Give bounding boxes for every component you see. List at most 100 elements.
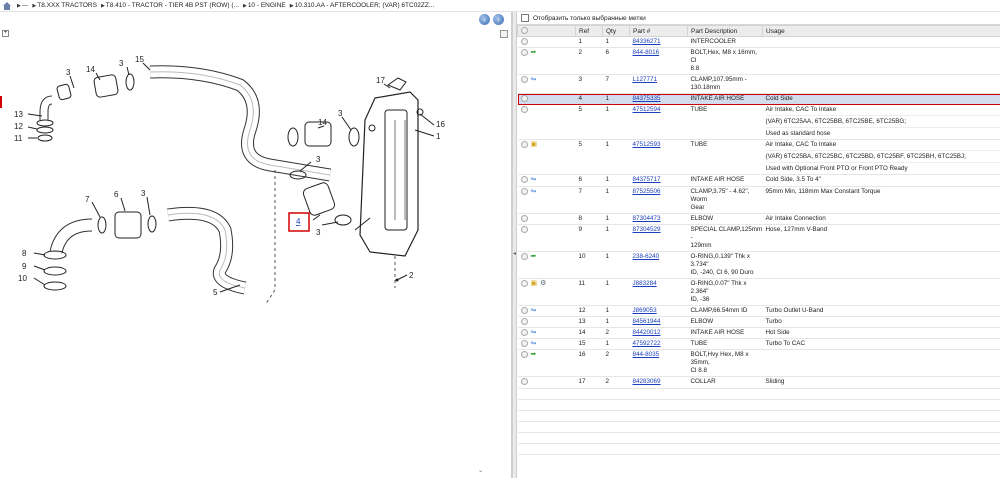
part-number-link[interactable]: 87304529 (633, 226, 661, 233)
blue-link-icon[interactable]: ⇋ (531, 76, 537, 83)
table-row[interactable]: ▣ 5 1 47512593 TUBE Air Intake, CAC To Intake… (517, 139, 1000, 176)
description-line: Gear (690, 203, 705, 211)
blue-link-icon[interactable]: ⇋ (531, 176, 537, 183)
table-row[interactable]: ⇋ 15 1 47592722 TUBE Turbo To CAC (517, 338, 1000, 351)
part-number-link[interactable]: 844-8035 (633, 351, 660, 358)
header-qty[interactable]: Qty (602, 25, 630, 37)
breadcrumb-item[interactable]: ▶10.310.AA - AFTERCOOLER; (VAR) 6TC02ZZ.… (290, 2, 435, 9)
part-number-link[interactable]: 84283069 (633, 378, 661, 385)
table-row[interactable]: 1 1 84336271 INTERCOOLER (517, 36, 1000, 49)
part-number-link[interactable]: 47592722 (633, 340, 661, 347)
usage-line (766, 253, 1000, 261)
part-number-link[interactable]: L127771 (633, 76, 658, 83)
row-qty: 1 (602, 186, 630, 214)
green-arrow-icon[interactable]: ➦ (531, 253, 537, 260)
table-row[interactable]: 13 1 84561944 ELBOW Turbo (517, 316, 1000, 329)
yellow-box-icon[interactable]: ▣ (531, 141, 538, 148)
breadcrumb-item[interactable]: ▶10 - ENGINE (243, 2, 286, 9)
part-number-link[interactable]: 84336271 (633, 38, 661, 45)
row-select-icon[interactable] (520, 351, 528, 359)
table-row[interactable]: 4 1 84375335 INTAKE AIR HOSE Cold Side (517, 93, 1000, 106)
table-row[interactable]: ⇋ 7 1 87525506 CLAMP,3.75" - 4.62", Worm Gear… (517, 186, 1000, 214)
part-number-link[interactable]: 84561944 (633, 318, 661, 325)
table-row[interactable]: 5 1 47512594 TUBE Air Intake, CAC To Intake(… (517, 104, 1000, 141)
row-select-icon[interactable] (520, 176, 528, 184)
row-qty: 1 (602, 213, 630, 225)
table-row[interactable]: ➦ 2 6 844-8016 BOLT,Hex, M8 x 16mm, Cl 8.8 (517, 47, 1000, 76)
table-row[interactable]: ⇋ 12 1 J869053 CLAMP,66.54mm ID Turbo Outlet … (517, 305, 1000, 317)
row-select-icon[interactable] (520, 317, 528, 325)
part-number-link[interactable]: 47512593 (633, 141, 661, 148)
row-qty: 1 (602, 278, 630, 306)
row-select-icon[interactable] (520, 187, 528, 195)
row-select-icon[interactable] (520, 38, 528, 45)
header-ref[interactable]: Ref (575, 25, 603, 37)
breadcrumb-item[interactable]: ▶--- (17, 2, 28, 9)
green-arrow-icon[interactable]: ➦ (531, 49, 537, 56)
row-select-icon[interactable] (520, 279, 528, 287)
part-number-link[interactable]: 238-6240 (633, 253, 660, 260)
table-row[interactable]: 8 1 87304473 ELBOW Air Intake Connection (517, 213, 1000, 225)
table-row[interactable]: ⇋ 6 1 84375717 INTAKE AIR HOSE Cold Side, 3.5… (517, 174, 1000, 187)
row-select-icon[interactable] (520, 49, 528, 57)
row-part-number-cell: 87304473 (629, 213, 688, 225)
header-usage[interactable]: Usage (762, 25, 1000, 37)
usage-line (766, 351, 1000, 359)
part-number-link[interactable]: 84375717 (633, 176, 661, 183)
blue-link-icon[interactable]: ⇋ (531, 307, 537, 314)
yellow-box-icon[interactable]: ▣ (531, 280, 538, 287)
splitter-grip-icon[interactable]: ◂ (513, 250, 516, 258)
green-arrow-icon[interactable]: ➦ (531, 351, 537, 358)
blue-link-icon[interactable]: ⇋ (531, 188, 537, 195)
row-ref: 15 (575, 338, 603, 351)
breadcrumb-item[interactable]: ▶T8.XXX TRACTORS (32, 2, 97, 9)
row-ref: 2 (575, 47, 603, 76)
row-select-icon[interactable] (520, 214, 528, 222)
part-number-link[interactable]: 84375335 (633, 95, 661, 102)
row-select-icon[interactable] (520, 141, 528, 149)
part-number-link[interactable]: 84420012 (633, 329, 661, 336)
row-qty: 1 (602, 338, 630, 351)
table-row[interactable]: ⇋ 3 7 L127771 CLAMP,107.95mm -130.18mm (517, 74, 1000, 95)
table-row[interactable]: ➦ 10 1 238-6240 O-RING,0.139" Thk x 3.734" ID… (517, 251, 1000, 279)
header-part-number[interactable]: Part # (629, 25, 688, 37)
table-row[interactable]: 9 1 87304529 SPECIAL CLAMP,125mm -129mm Hose… (517, 224, 1000, 252)
forward-button[interactable]: › (493, 14, 504, 25)
row-select-icon[interactable] (520, 76, 528, 84)
header-select-all[interactable] (517, 25, 576, 37)
row-select-icon[interactable] (520, 340, 528, 348)
back-button[interactable]: ‹ (479, 14, 490, 25)
breadcrumb-item[interactable]: ▶T8.410 - TRACTOR - TIER 4B PST (ROW) (.… (101, 2, 239, 9)
filter-bar: Отобразить только выбранные метки (517, 12, 1000, 25)
table-row[interactable]: ➦ 16 2 844-8035 BOLT,Hvy Hex, M8 x 35mm, Cl 8… (517, 349, 1000, 378)
exploded-parts-diagram[interactable]: 3 14 3 15 13 12 11 17 16 1 3 14 3 7 6 3 … (0, 30, 510, 470)
part-number-link[interactable]: 47512594 (633, 106, 661, 113)
select-all-icon[interactable] (521, 27, 528, 35)
row-select-icon[interactable] (520, 95, 528, 103)
row-select-icon[interactable] (520, 306, 528, 314)
part-number-link[interactable]: 844-8016 (633, 49, 660, 56)
row-select-icon[interactable] (520, 252, 528, 260)
part-number-link[interactable]: 87304473 (633, 215, 661, 222)
show-selected-checkbox[interactable] (521, 14, 529, 22)
part-number-link[interactable]: 87525506 (633, 188, 661, 195)
row-part-number-cell: 47512594 (629, 104, 688, 141)
gray-gear-icon[interactable]: ⚙ (540, 280, 546, 287)
header-part-description[interactable]: Part Description (687, 25, 763, 37)
part-number-link[interactable]: J869053 (633, 307, 657, 314)
table-row[interactable]: 17 2 84283069 COLLAR Sliding (517, 376, 1000, 389)
row-select-icon[interactable] (520, 378, 528, 386)
home-icon[interactable] (3, 1, 11, 10)
part-number-link[interactable]: J883284 (633, 280, 657, 287)
row-description: O-RING,0.07" Thk x 2.364" ID, -36 (687, 278, 763, 306)
row-select-icon[interactable] (520, 225, 528, 233)
table-row[interactable]: ▣ ⚙ 11 1 J883284 O-RING,0.07" Thk x 2.364" ID,… (517, 278, 1000, 306)
row-description: SPECIAL CLAMP,125mm -129mm (687, 224, 763, 252)
row-select-icon[interactable] (520, 106, 528, 114)
breadcrumb-bar: ▶--- ▶T8.XXX TRACTORS ▶T8.410 - TRACTOR … (0, 0, 1000, 12)
table-row[interactable]: ⇋ 14 2 84420012 INTAKE AIR HOSE Hot Side (517, 327, 1000, 340)
callout-13: 13 (14, 110, 23, 119)
row-select-icon[interactable] (520, 329, 528, 337)
blue-link-icon[interactable]: ⇋ (531, 340, 537, 347)
blue-link-icon[interactable]: ⇋ (531, 329, 537, 336)
